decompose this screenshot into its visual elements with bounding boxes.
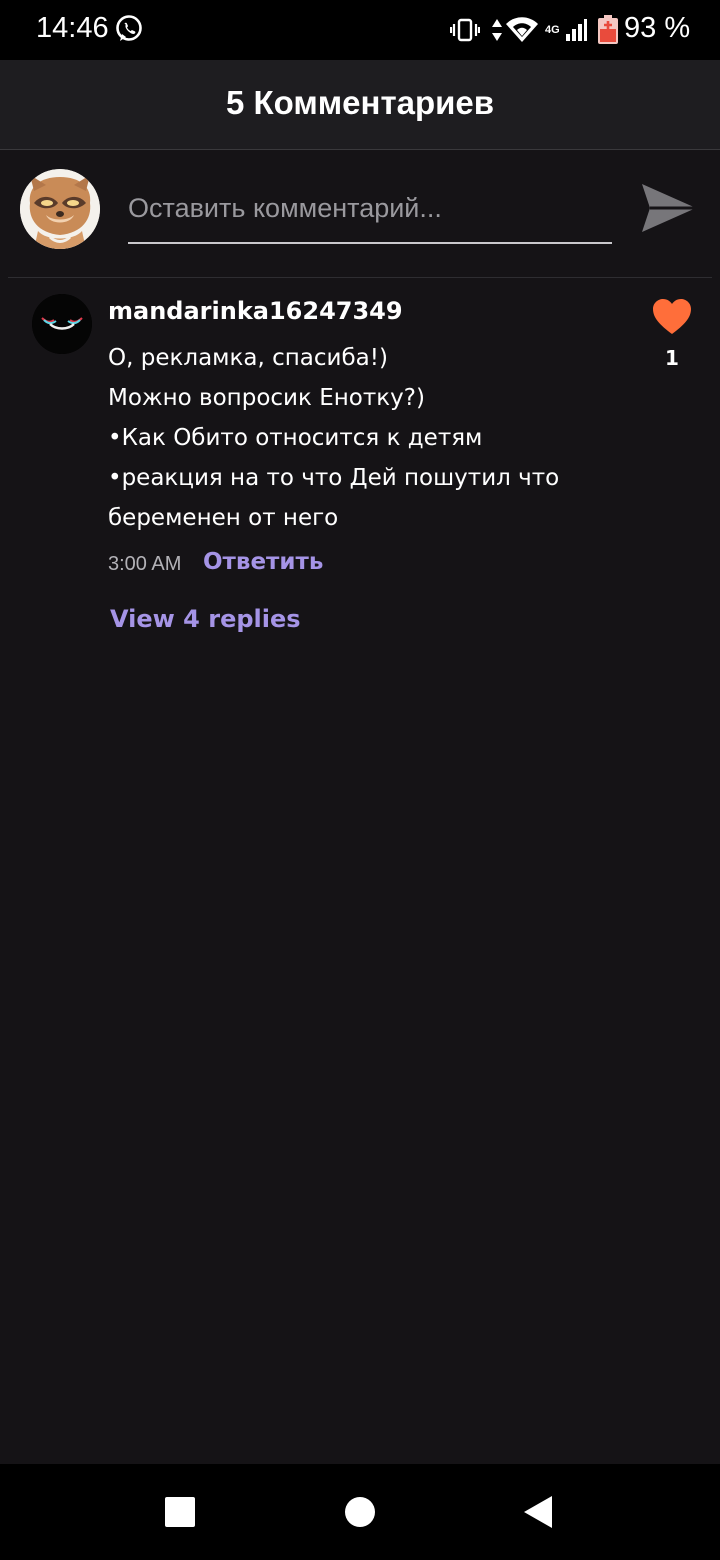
back-triangle-icon xyxy=(524,1496,552,1528)
back-button[interactable] xyxy=(520,1494,556,1530)
data-arrows-icon xyxy=(492,19,502,41)
divider xyxy=(8,277,712,278)
comment-line: Можно вопросик Енотку?) xyxy=(108,385,425,411)
reply-button[interactable]: Ответить xyxy=(203,549,323,575)
comment-line: •реакция на то что Дей пошутил что xyxy=(108,465,560,491)
whatsapp-icon xyxy=(116,15,142,41)
comment-line: беременен от него xyxy=(108,505,339,531)
circle-icon xyxy=(345,1497,375,1527)
heart-icon xyxy=(653,299,691,334)
header: 5 Комментариев xyxy=(0,60,720,150)
comment-avatar[interactable] xyxy=(32,294,92,354)
square-icon xyxy=(165,1497,195,1527)
navigation-bar xyxy=(0,1464,720,1560)
send-icon xyxy=(642,184,696,232)
battery-percent: 93 % xyxy=(624,12,691,44)
comment-input[interactable] xyxy=(128,180,612,244)
comment-timestamp: 3:00 AM xyxy=(108,553,182,575)
home-button[interactable] xyxy=(342,1494,378,1530)
comment-line: •Как Обито относится к детям xyxy=(108,425,483,451)
user-avatar[interactable] xyxy=(20,169,100,249)
status-bar: 14:46 4G 93 % xyxy=(0,0,720,60)
network-type: 4G xyxy=(545,24,560,36)
comment-line: О, рекламка, спасиба!) xyxy=(108,345,388,371)
dark-face-avatar-image xyxy=(32,294,92,354)
status-time: 14:46 xyxy=(36,12,109,44)
raccoon-avatar-image xyxy=(20,169,100,249)
signal-icon xyxy=(566,19,587,41)
comment-username[interactable]: mandarinka16247349 xyxy=(108,297,403,325)
comments-screen: 14:46 4G 93 % 5 Комментариев Оставить ко… xyxy=(0,0,720,1560)
vibrate-icon xyxy=(450,18,480,42)
view-replies-button[interactable]: View 4 replies xyxy=(110,605,301,633)
comment-text: О, рекламка, спасиба!) Можно вопросик Ен… xyxy=(108,338,628,538)
recents-button[interactable] xyxy=(162,1494,198,1530)
like-count: 1 xyxy=(665,346,679,370)
page-title: 5 Комментариев xyxy=(225,84,495,121)
battery-icon xyxy=(598,15,618,44)
wifi-icon xyxy=(506,17,538,42)
like-button[interactable] xyxy=(652,298,692,336)
send-button[interactable] xyxy=(640,180,698,238)
